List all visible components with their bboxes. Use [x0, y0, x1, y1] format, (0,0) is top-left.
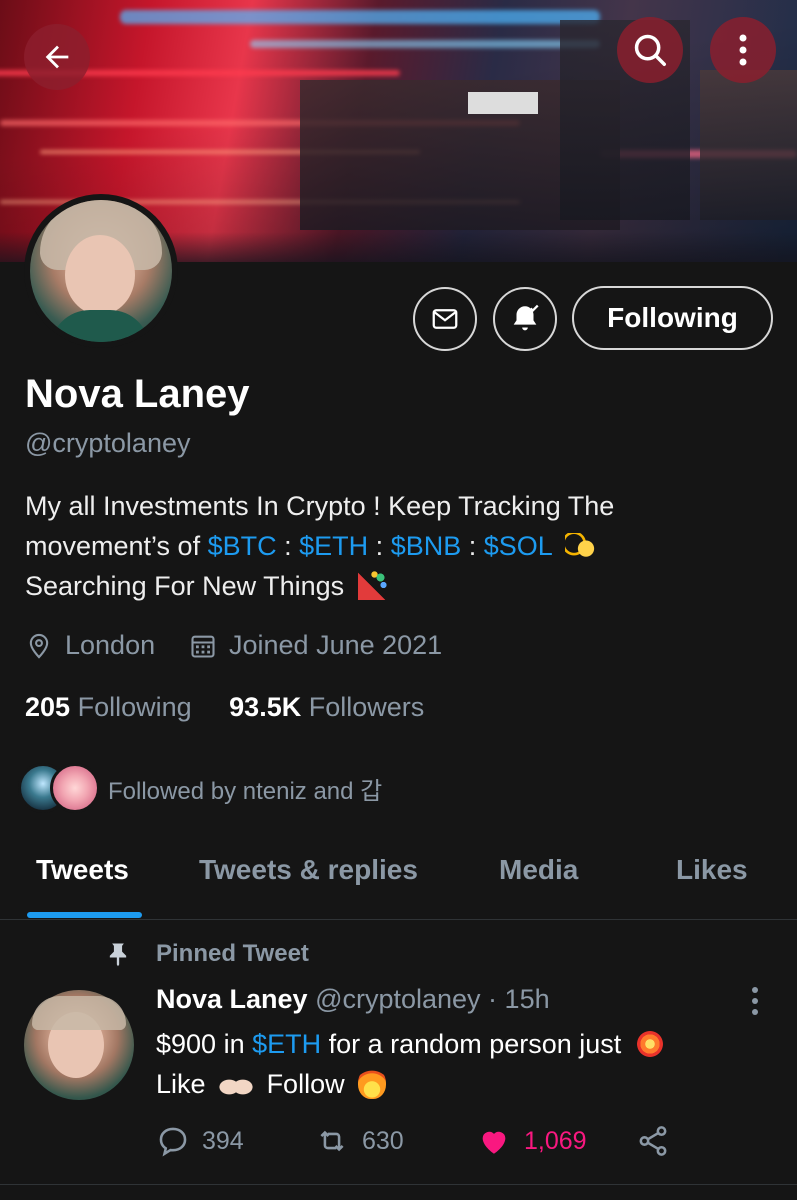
active-tab-indicator	[27, 912, 142, 918]
back-button[interactable]	[24, 24, 90, 90]
dizzy-emoji-icon	[565, 533, 596, 559]
search-button[interactable]	[617, 17, 683, 83]
fire-emoji-icon	[358, 1067, 387, 1099]
retweet-icon	[320, 1130, 344, 1152]
light-streak	[120, 10, 600, 24]
profile-joined: Joined June 2021	[189, 630, 442, 661]
shirt-shape	[50, 310, 150, 342]
mail-icon	[432, 309, 458, 329]
followed-by[interactable]: Followed by nteniz and 갑	[18, 762, 382, 814]
tweet-ticker-link[interactable]: $ETH	[252, 1029, 321, 1059]
pinned-label: Pinned Tweet	[104, 940, 309, 968]
street-sign	[468, 92, 538, 114]
tweet-more-button[interactable]	[748, 986, 762, 1021]
heart-icon	[482, 1131, 506, 1154]
ticker-link-eth[interactable]: $ETH	[299, 531, 368, 561]
calendar-icon	[191, 635, 215, 658]
bio-line-1: My all Investments In Crypto ! Keep Trac…	[25, 491, 615, 521]
tab-tweets[interactable]: Tweets	[36, 854, 129, 886]
notifications-button[interactable]	[493, 287, 557, 351]
bio-line-2: movement’s of $BTC : $ETH : $BNB : $SOL	[25, 526, 765, 566]
followers-link[interactable]: 93.5K Followers	[229, 692, 424, 722]
profile-counts: 205 Following 93.5K Followers	[25, 692, 424, 723]
ticker-separator: :	[461, 531, 484, 561]
ticker-link-bnb[interactable]: $BNB	[391, 531, 462, 561]
followers-label: Followers	[308, 692, 425, 722]
tab-media[interactable]: Media	[499, 854, 578, 886]
pin-icon	[109, 943, 127, 967]
bio-text: Searching For New Things	[25, 571, 345, 601]
location-text: London	[65, 630, 156, 660]
face-shape	[65, 235, 135, 315]
following-link[interactable]: 205 Following	[25, 692, 192, 722]
more-vertical-icon	[752, 987, 758, 1015]
retweet-button[interactable]: 630	[314, 1124, 404, 1158]
bio-text: movement’s of	[25, 531, 208, 561]
reply-icon	[159, 1127, 187, 1157]
share-icon	[639, 1126, 667, 1156]
tab-tweets-replies[interactable]: Tweets & replies	[199, 854, 418, 886]
raising-hands-emoji-icon	[219, 1069, 254, 1099]
hair-shape	[32, 996, 126, 1030]
pinned-text: Pinned Tweet	[156, 940, 309, 967]
light-streak	[250, 40, 600, 48]
tab-likes[interactable]: Likes	[676, 854, 748, 886]
ticker-link-btc[interactable]: $BTC	[208, 531, 277, 561]
following-count: 205	[25, 692, 71, 722]
joined-text: Joined June 2021	[229, 630, 443, 660]
profile-handle: @cryptolaney	[25, 428, 191, 458]
tweet-text: $900 in	[156, 1029, 253, 1059]
like-button[interactable]: 1,069	[476, 1124, 587, 1158]
followed-by-text: Followed by nteniz and 갑	[108, 777, 383, 805]
tweet-divider	[0, 1184, 797, 1185]
profile-bio: My all Investments In Crypto ! Keep Trac…	[25, 486, 765, 606]
profile-location: London	[25, 630, 155, 661]
back-arrow-icon	[45, 45, 69, 69]
reply-button[interactable]: 394	[156, 1124, 244, 1158]
following-button[interactable]: Following	[572, 286, 773, 350]
bell-icon	[513, 304, 539, 331]
tweet-author-avatar[interactable]	[24, 990, 134, 1100]
profile-name: Nova Laney	[25, 372, 250, 416]
like-count: 1,069	[524, 1126, 587, 1155]
tweet-header: Nova Laney @cryptolaney · 15h	[156, 984, 550, 1015]
tweet-text: for a random person just	[321, 1029, 622, 1059]
more-vertical-icon	[739, 34, 747, 66]
tweet-body: $900 in $ETH for a random person just Li…	[156, 1024, 756, 1104]
party-popper-emoji-icon	[357, 570, 388, 600]
collision-emoji-icon	[634, 1029, 665, 1059]
avatar-image	[30, 200, 172, 342]
retweet-count: 630	[362, 1126, 404, 1155]
tweet-handle-time: @cryptolaney · 15h	[315, 984, 550, 1014]
reply-count: 394	[202, 1126, 244, 1155]
following-label: Following	[77, 692, 192, 722]
ticker-separator: :	[368, 531, 391, 561]
profile-tabs: Tweets Tweets & replies Media Likes	[0, 826, 797, 920]
bio-line-3: Searching For New Things	[25, 566, 765, 606]
tweet-text: Follow	[266, 1069, 345, 1099]
more-options-button[interactable]	[710, 17, 776, 83]
follower-avatar	[50, 763, 100, 813]
profile-avatar[interactable]	[24, 194, 178, 348]
ticker-separator: :	[276, 531, 300, 561]
ticker-link-sol[interactable]: $SOL	[484, 531, 552, 561]
share-button[interactable]	[636, 1124, 670, 1158]
tweet-actions: 394 630 1,069	[156, 1124, 676, 1158]
location-pin-icon	[29, 633, 49, 659]
building	[700, 70, 797, 220]
tweet-author-name[interactable]: Nova Laney	[156, 984, 308, 1014]
message-button[interactable]	[413, 287, 477, 351]
tweet-text: Like	[156, 1069, 206, 1099]
search-icon	[634, 34, 666, 66]
followers-count: 93.5K	[229, 692, 302, 722]
